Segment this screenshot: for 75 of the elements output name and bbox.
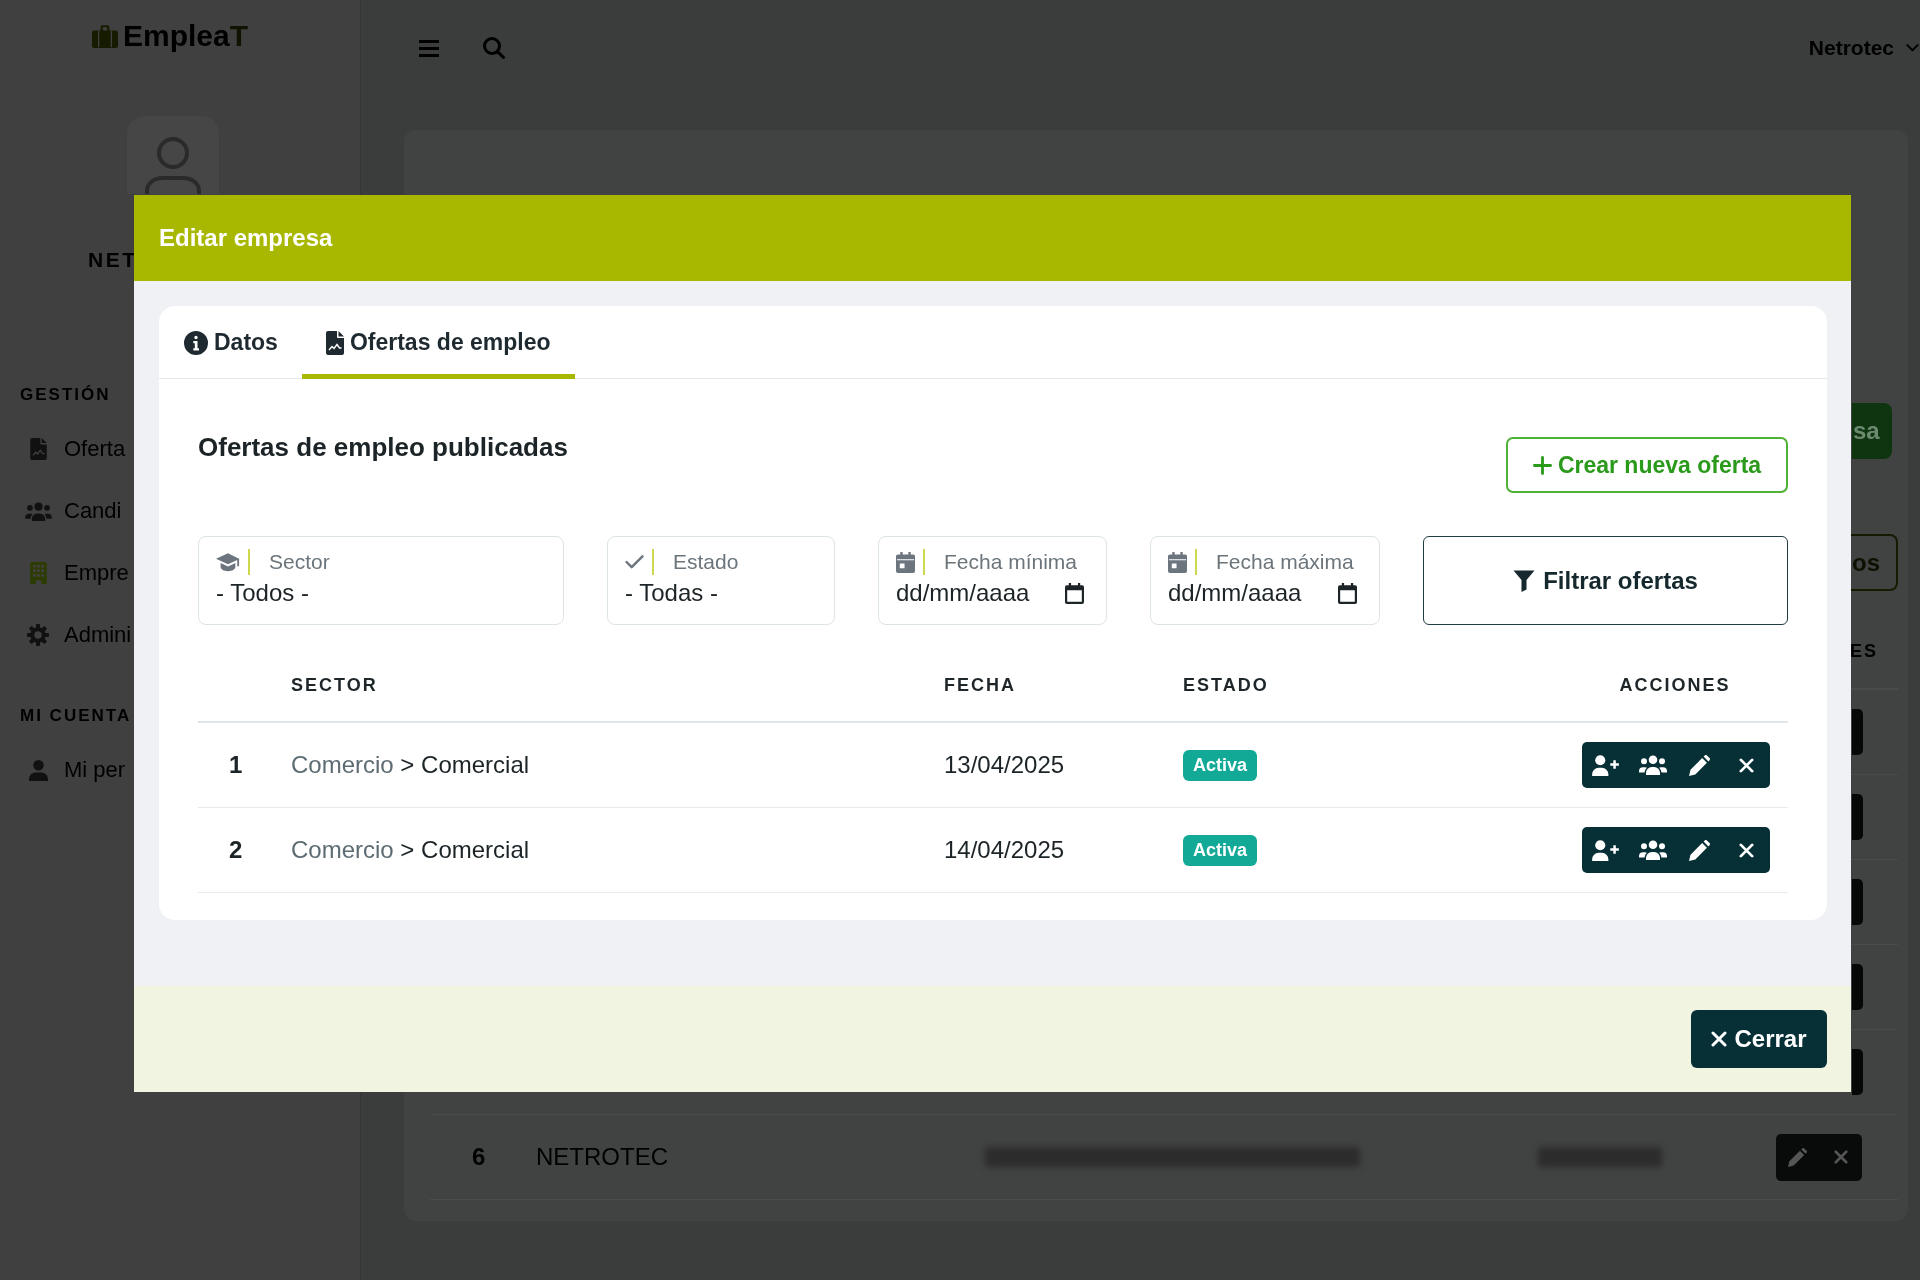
table-cell: 14/04/2025 xyxy=(944,836,1065,864)
table-cell: 13/04/2025 xyxy=(944,751,1065,779)
file-icon xyxy=(325,330,344,355)
sidebar-item[interactable]: Empre xyxy=(0,542,129,604)
cross-icon xyxy=(1833,1150,1848,1164)
pencil-icon xyxy=(1788,1147,1807,1167)
action-group xyxy=(1852,794,1863,840)
status-badge: Activa xyxy=(1183,749,1258,781)
field-label: Sector xyxy=(269,549,330,575)
funnel-icon xyxy=(1513,569,1536,592)
column-header: ES xyxy=(1850,640,1878,662)
select-field[interactable]: Estado - Todas - xyxy=(607,536,835,625)
cross-icon xyxy=(1711,1031,1728,1047)
chevron-down-icon xyxy=(1906,44,1919,52)
sidebar-item[interactable]: Admini xyxy=(0,604,132,666)
info-icon xyxy=(184,330,208,355)
action-group xyxy=(1852,964,1863,1010)
table-cell: NETROTEC xyxy=(536,1143,668,1171)
gear-icon xyxy=(27,624,49,646)
section-heading: Ofertas de empleo publicadas xyxy=(198,431,568,463)
check-icon xyxy=(625,555,644,569)
field-label: Estado xyxy=(673,549,739,575)
date-input[interactable]: dd/mm/aaaa xyxy=(1168,579,1318,607)
user-plus-icon xyxy=(1592,754,1619,776)
cross-icon xyxy=(1739,842,1754,858)
primary-button[interactable]: sa xyxy=(1852,403,1892,459)
row-number: 2 xyxy=(229,836,243,864)
sidebar-item[interactable]: Mi per xyxy=(0,739,126,801)
filter-button[interactable]: Filtrar ofertas xyxy=(1423,536,1788,625)
profile-name: NET xyxy=(88,248,138,272)
column-header: SECTOR xyxy=(291,675,378,696)
column-header: ACCIONES xyxy=(1619,675,1731,696)
action-group xyxy=(1852,1049,1863,1095)
user-plus-icon xyxy=(1592,839,1619,861)
date-input[interactable]: dd/mm/aaaa xyxy=(896,579,1046,607)
sidebar-item[interactable]: Oferta xyxy=(0,418,126,480)
users-icon xyxy=(1638,840,1667,860)
action-group xyxy=(1852,709,1863,755)
file-icon xyxy=(29,438,47,460)
field-label: Fecha máxima xyxy=(1216,549,1354,575)
avatar-icon xyxy=(127,116,219,194)
action-group xyxy=(1852,879,1863,925)
briefcase-icon xyxy=(92,24,118,48)
pencil-icon xyxy=(1689,839,1710,861)
column-header: ESTADO xyxy=(1183,675,1269,696)
logo-text: EmpleaT xyxy=(123,21,249,51)
row-number: 6 xyxy=(472,1143,486,1171)
users-icon xyxy=(1638,755,1667,775)
sidebar-item[interactable]: Candi xyxy=(0,480,122,542)
tab[interactable]: Ofertas de empleo xyxy=(301,306,575,379)
row-number: 1 xyxy=(229,751,243,779)
section-title: GESTIÓN xyxy=(20,385,111,405)
calendar-icon[interactable] xyxy=(1065,582,1084,604)
user-menu[interactable]: Netrotec xyxy=(1808,36,1919,60)
table-cell: Comercio > Comercial xyxy=(291,751,530,779)
plus-icon xyxy=(1532,455,1552,475)
building-icon xyxy=(29,562,47,584)
create-offer-button[interactable]: Crear nueva oferta xyxy=(1506,437,1788,493)
pencil-icon xyxy=(1689,754,1710,776)
dialog-title: Editar empresa xyxy=(159,224,333,252)
section-title: MI CUENTA xyxy=(20,706,132,726)
users-icon xyxy=(24,501,52,521)
close-button[interactable]: Cerrar xyxy=(1691,1010,1827,1068)
tab[interactable]: Datos xyxy=(160,306,302,379)
select-field[interactable]: Sector - Todos - xyxy=(198,536,564,625)
calendar-icon xyxy=(896,551,915,573)
calendar-icon xyxy=(1168,551,1187,573)
cross-icon xyxy=(1739,757,1754,773)
status-badge: Activa xyxy=(1183,834,1258,866)
graduation-cap-icon xyxy=(216,552,240,572)
table-cell: Comercio > Comercial xyxy=(291,836,530,864)
column-header: FECHA xyxy=(944,675,1016,696)
user-icon xyxy=(28,759,48,781)
calendar-icon[interactable] xyxy=(1338,582,1357,604)
field-label: Fecha mínima xyxy=(944,549,1078,575)
